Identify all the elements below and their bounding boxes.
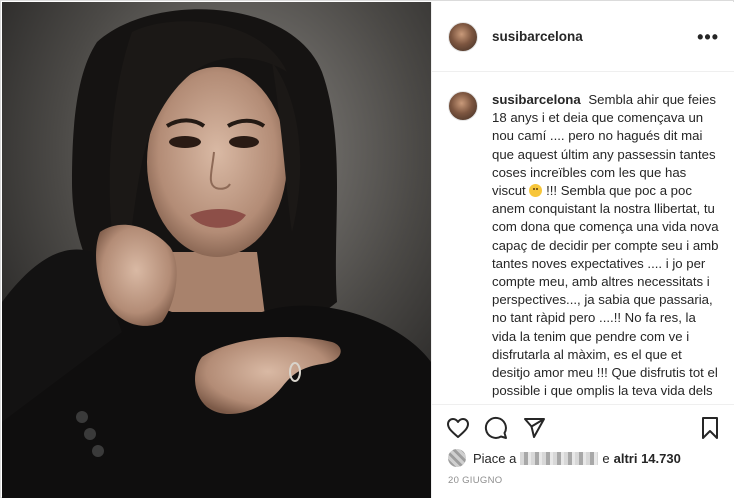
portrait-image [2,2,431,498]
heart-icon[interactable] [446,416,470,440]
caption-avatar[interactable] [448,91,478,121]
caption-username[interactable]: susibarcelona [492,92,581,107]
post-actions-area: Piace a e altri 14.730 20 GIUGNO [432,404,734,498]
username-link[interactable]: susibarcelona [492,29,583,44]
likes-prefix: Piace a [473,450,517,466]
smile-emoji-icon [529,184,543,198]
post-header: susibarcelona ••• [432,2,734,72]
likes-count-link[interactable]: altri 14.730 [614,451,681,466]
post-date[interactable]: 20 GIUGNO [448,475,502,486]
post-caption: susibarcelona Sembla ahir que feies 18 a… [492,91,719,403]
comment-icon[interactable] [484,416,508,440]
instagram-post: susibarcelona ••• susibarcelona Sembla a… [0,0,734,498]
share-icon[interactable] [522,416,546,440]
avatar[interactable] [448,21,478,52]
blurred-username[interactable] [520,451,599,465]
likes-row: Piace a e altri 14.730 [448,449,681,467]
post-side-panel: susibarcelona ••• susibarcelona Sembla a… [431,2,734,498]
bookmark-icon[interactable] [698,416,722,440]
likes-conjunction: e [602,450,610,466]
comments-section[interactable]: susibarcelona Sembla ahir que feies 18 a… [432,73,734,403]
post-photo[interactable] [2,2,431,498]
more-dots-icon[interactable]: ••• [697,28,719,46]
liker-avatar[interactable] [448,449,466,467]
action-bar [446,415,722,441]
caption-text-continued: !!! Sembla que poc a poc anem conquistan… [492,183,719,403]
